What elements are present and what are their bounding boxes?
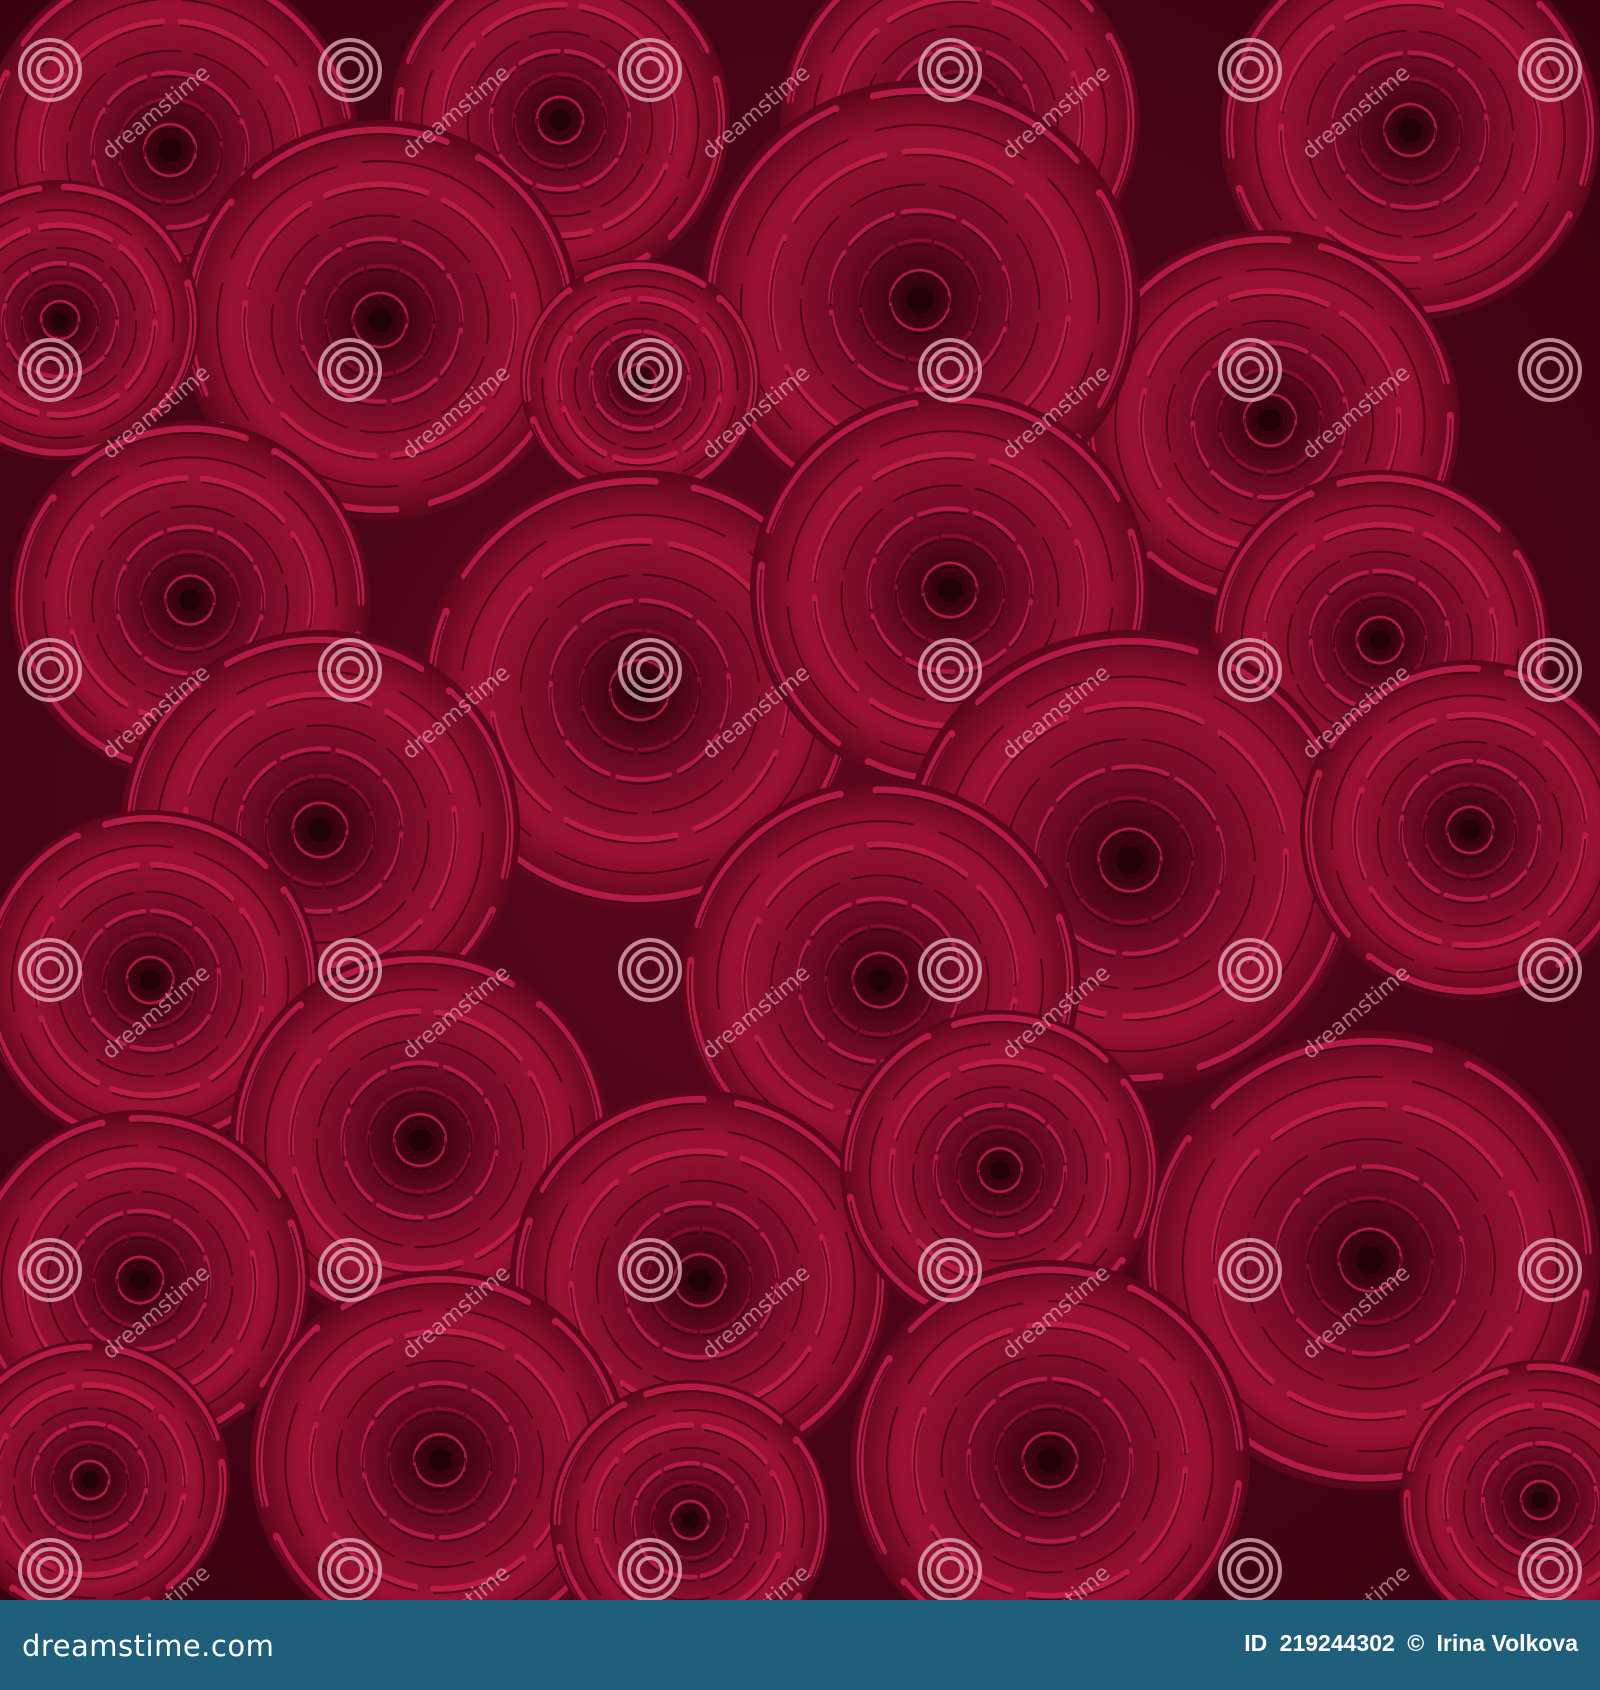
- roses-layer: [0, 0, 1600, 1600]
- stock-footer-bar: dreamstime.com ID 219244302 © Irina Volk…: [0, 1600, 1600, 1690]
- roses-illustration: dreamstime dreamstime dreamstime dreamstime…: [0, 0, 1600, 1600]
- image-id-value: 219244302: [1279, 1630, 1395, 1656]
- copyright-symbol: ©: [1407, 1630, 1425, 1656]
- footer-logo-text: dreamstime.com: [22, 1629, 275, 1663]
- rose: [520, 260, 760, 500]
- image-id-label: ID: [1244, 1630, 1268, 1656]
- image-credit: ID 219244302 © Irina Volkova: [1244, 1630, 1578, 1657]
- dreamstime-logo[interactable]: dreamstime.com: [22, 1624, 274, 1668]
- author-name: Irina Volkova: [1436, 1630, 1578, 1656]
- rose-photo: dreamstime dreamstime dreamstime dreamstime…: [0, 0, 1600, 1600]
